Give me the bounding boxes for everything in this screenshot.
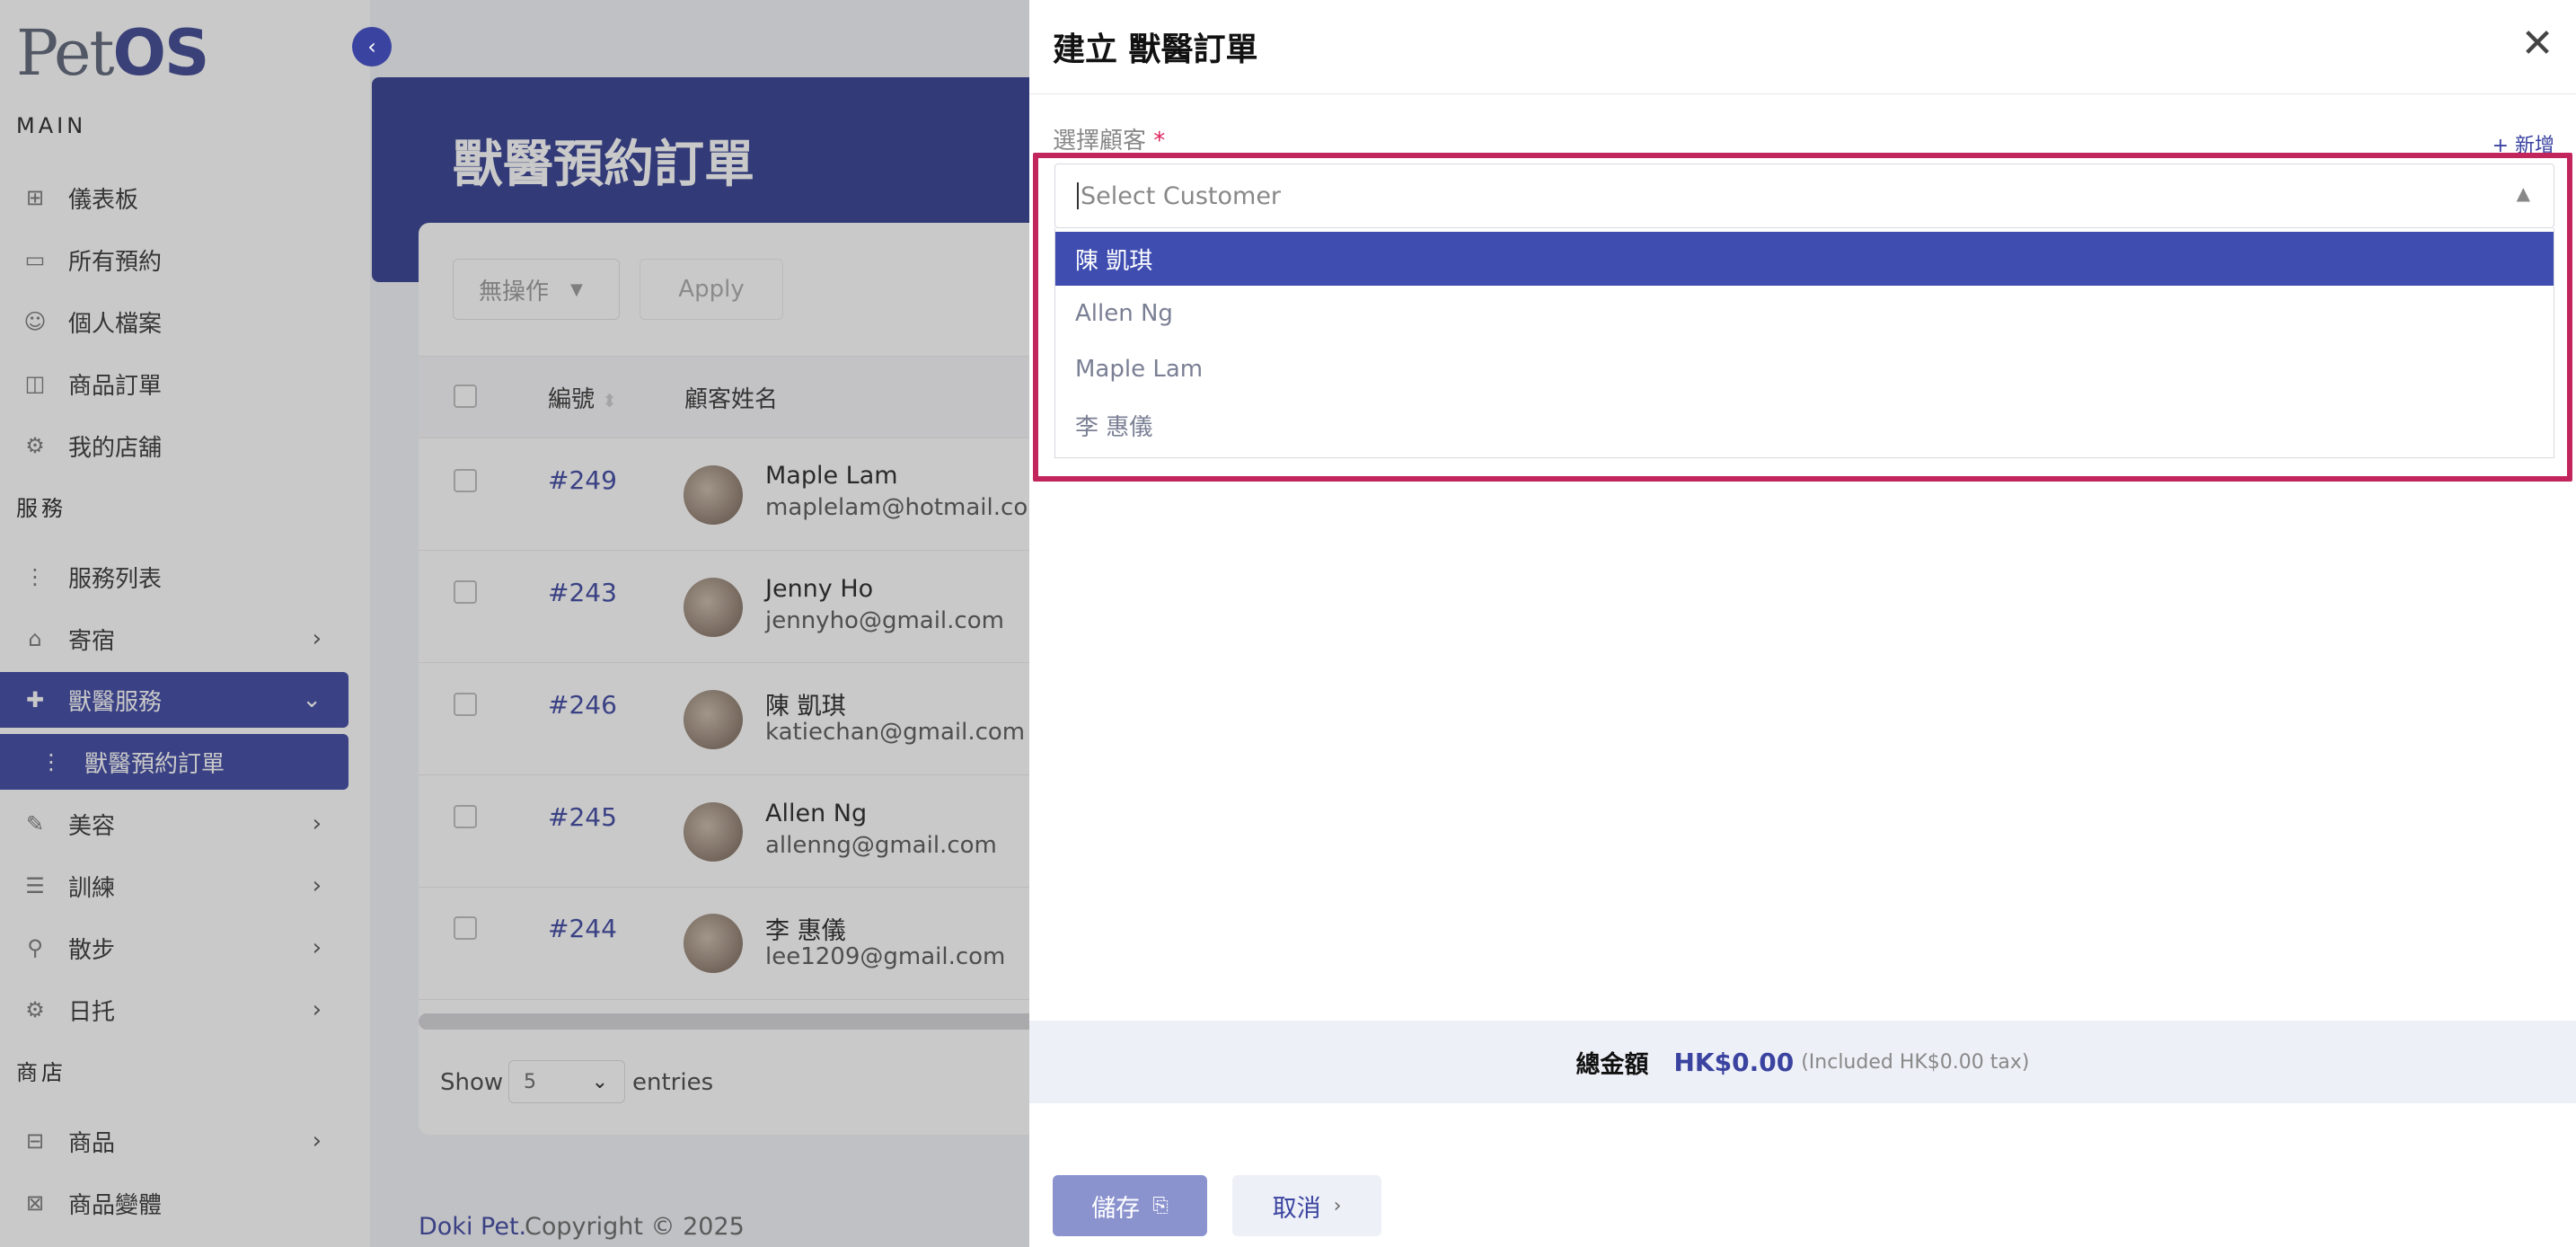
cancel-button[interactable]: 取消 › [1232, 1175, 1381, 1236]
total-bar: 總金額 HK$0.00 (Included HK$0.00 tax) [1029, 1021, 2576, 1103]
required-mark: * [1153, 128, 1166, 155]
text-cursor [1077, 182, 1079, 209]
divider [1029, 93, 2576, 94]
customer-select-placeholder: Select Customer [1081, 181, 1282, 210]
customer-dropdown: 陳 凱琪 Allen Ng Maple Lam 李 惠儀 [1054, 228, 2554, 458]
save-button-label: 儲存 [1091, 1194, 1141, 1223]
total-value: HK$0.00 [1673, 1047, 1795, 1077]
close-icon[interactable]: ✕ [2517, 23, 2558, 65]
collapse-sidebar-button[interactable]: ‹ [352, 27, 392, 66]
create-vet-order-drawer: 建立 獸醫訂單 ✕ 選擇顧客 * + 新增 Select Customer ▲ … [1029, 0, 2576, 1247]
customer-label-text: 選擇顧客 [1053, 128, 1147, 155]
save-icon: ⎘ [1152, 1194, 1169, 1217]
total-tax: (Included HK$0.00 tax) [1801, 1050, 2030, 1074]
caret-up-icon: ▲ [2516, 182, 2530, 204]
total-label: 總金額 [1575, 1050, 1649, 1079]
drawer-title: 建立 獸醫訂單 [1053, 31, 1258, 68]
customer-select[interactable]: Select Customer ▲ [1054, 164, 2554, 228]
modal-backdrop[interactable] [0, 0, 1029, 1247]
cancel-button-label: 取消 [1272, 1194, 1321, 1223]
customer-option[interactable]: Allen Ng [1055, 287, 2554, 340]
customer-option[interactable]: 李 惠儀 [1055, 398, 2554, 452]
save-button[interactable]: 儲存 ⎘ [1053, 1175, 1207, 1236]
chevron-left-icon: ‹ [367, 34, 376, 59]
customer-field-label: 選擇顧客 * [1053, 122, 1165, 155]
customer-option[interactable]: 陳 凱琪 [1055, 232, 2554, 286]
customer-option[interactable]: Maple Lam [1055, 342, 2554, 396]
chevron-right-icon: › [1333, 1194, 1342, 1217]
